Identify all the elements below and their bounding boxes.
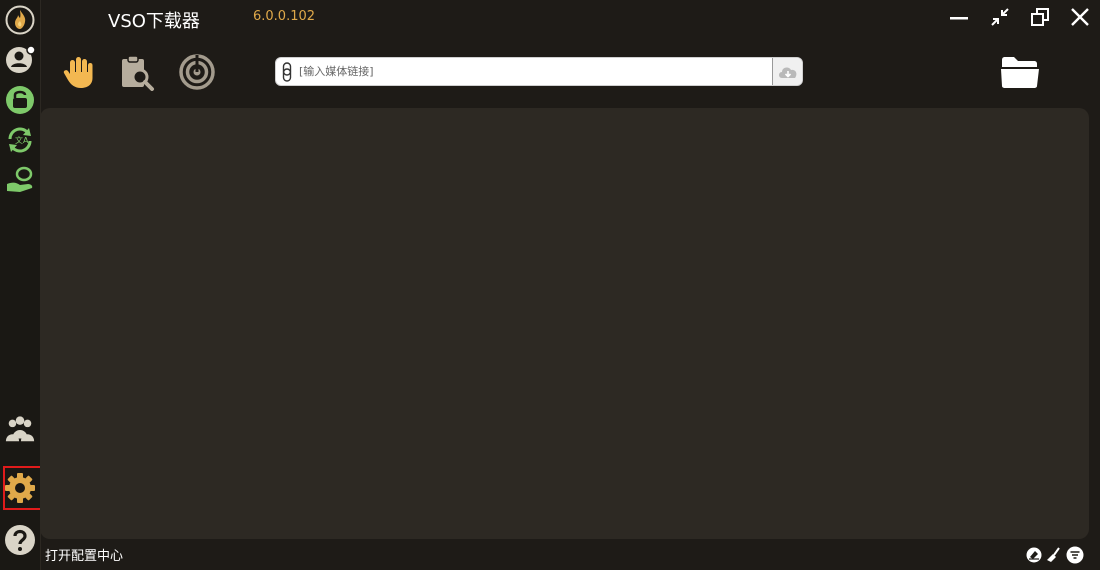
- hand-coin-icon[interactable]: [4, 164, 36, 196]
- hand-stop-icon[interactable]: [59, 52, 99, 92]
- restore-icon[interactable]: [1027, 4, 1053, 30]
- cloud-download-button[interactable]: [772, 58, 802, 85]
- radar-icon[interactable]: [177, 52, 217, 92]
- app-title: VSO下载器: [108, 11, 200, 32]
- translate-refresh-icon[interactable]: 文A: [4, 124, 36, 156]
- status-text: 打开配置中心: [45, 549, 124, 564]
- team-icon[interactable]: [4, 414, 36, 446]
- user-icon[interactable]: [4, 44, 36, 76]
- media-url-input[interactable]: [295, 58, 772, 85]
- shrink-icon[interactable]: [987, 4, 1013, 30]
- close-icon[interactable]: [1067, 4, 1093, 30]
- download-list-panel: [40, 108, 1089, 539]
- minimize-icon[interactable]: [946, 4, 972, 30]
- app-version: 6.0.0.102: [253, 9, 316, 24]
- cloud-download-icon: [778, 67, 796, 78]
- gear-highlight-box: [3, 466, 43, 510]
- filter-icon[interactable]: [1066, 546, 1084, 564]
- svg-text:文A: 文A: [15, 135, 29, 145]
- url-bar: [275, 57, 803, 86]
- flame-logo-icon[interactable]: [4, 4, 36, 36]
- clipboard-search-icon[interactable]: [117, 52, 157, 92]
- unlock-icon[interactable]: [4, 84, 36, 116]
- broom-icon[interactable]: [1045, 546, 1063, 564]
- link-icon: [279, 61, 295, 82]
- eraser-icon[interactable]: [1025, 546, 1043, 564]
- folder-icon[interactable]: [1000, 52, 1040, 92]
- help-icon[interactable]: [4, 524, 36, 556]
